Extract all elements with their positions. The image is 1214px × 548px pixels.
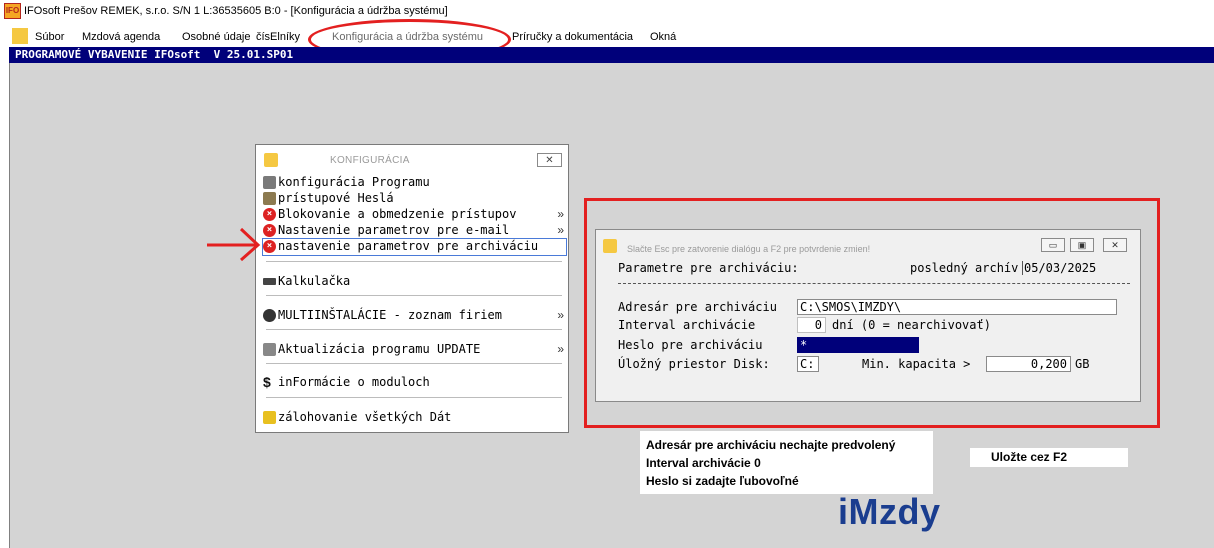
window-title: IFOsoft Prešov REMEK, s.r.o. S/N 1 L:365…	[24, 5, 448, 17]
restore-icon[interactable]: ▣	[1070, 238, 1094, 252]
menu-item-label: Kalkulačka	[278, 274, 351, 288]
menu-item-label: zálohovanie všetkých Dát	[278, 410, 452, 424]
menu-separator	[266, 363, 562, 364]
menu-item-aktualizacia[interactable]: Aktualizácia programu UPDATE »	[263, 342, 566, 358]
archive-password-field[interactable]: *	[797, 337, 919, 353]
menu-prirucky[interactable]: Príručky a dokumentácia	[512, 31, 633, 43]
error-icon: ×	[263, 224, 276, 237]
min-capacity-label: Min. kapacita >	[862, 357, 971, 371]
menu-separator	[266, 261, 562, 262]
gear-icon	[263, 176, 276, 189]
menu-item-label: Aktualizácia programu UPDATE	[278, 342, 481, 356]
menu-item-multiinstalacie[interactable]: MULTIINŠTALÁCIE - zoznam firiem »	[263, 308, 566, 324]
error-icon: ×	[263, 240, 276, 253]
configuration-menu-titlebar[interactable]: KONFIGURÁCIA ✕	[256, 145, 568, 175]
dialog-titlebar[interactable]: Slačte Esc pre zatvorenie dialógu a F2 p…	[596, 230, 1140, 258]
menu-mzdova-agenda[interactable]: Mzdová agenda	[82, 31, 160, 43]
menu-okna[interactable]: Okná	[650, 31, 676, 43]
error-icon: ×	[263, 208, 276, 221]
app-icon	[603, 239, 617, 253]
archive-interval-field[interactable]: 0	[797, 317, 826, 333]
menu-osobne-udaje[interactable]: Osobné údaje	[182, 31, 251, 43]
menu-item-label: Nastavenie parametrov pre e-mail	[278, 223, 510, 237]
menu-separator	[266, 295, 562, 296]
submenu-chevron-icon: »	[557, 207, 564, 221]
minimize-icon[interactable]: ▭	[1041, 238, 1065, 252]
menu-item-email[interactable]: × Nastavenie parametrov pre e-mail »	[263, 223, 566, 239]
save-hint: Uložte cez F2	[970, 448, 1128, 467]
system-menu-icon[interactable]	[12, 28, 28, 44]
last-archive-label: posledný archív	[910, 261, 1019, 275]
min-capacity-field[interactable]: 0,200	[986, 356, 1071, 372]
submenu-chevron-icon: »	[557, 308, 564, 322]
interval-label: Interval archivácie	[618, 318, 756, 332]
menu-item-zalohovanie[interactable]: zálohovanie všetkých Dát	[263, 410, 566, 426]
imzdy-logo: iMzdy	[838, 491, 941, 532]
menu-item-pristupove-hesla[interactable]: prístupové Heslá	[263, 191, 566, 207]
menu-bar: Súbor Mzdová agenda Osobné údaje čísElní…	[0, 28, 1214, 46]
last-archive-date: 05/03/2025	[1022, 261, 1097, 275]
password-label: Heslo pre archiváciu	[618, 338, 763, 352]
capacity-unit: GB	[1075, 357, 1090, 371]
menu-subor[interactable]: Súbor	[35, 31, 64, 43]
menu-item-label: nastavenie parametrov pre archiváciu	[278, 239, 539, 253]
directory-label: Adresár pre archiváciu	[618, 300, 777, 314]
submenu-chevron-icon: »	[557, 223, 564, 237]
program-banner: PROGRAMOVÉ VYBAVENIE IFOsoft V 25.01.SP0…	[9, 47, 1214, 63]
menu-item-label: MULTIINŠTALÁCIE - zoznam firiem	[278, 308, 502, 322]
dialog-separator	[618, 283, 1130, 284]
instruction-note: Adresár pre archiváciu nechajte predvole…	[640, 431, 933, 494]
archive-parameters-dialog: Slačte Esc pre zatvorenie dialógu a F2 p…	[595, 229, 1141, 402]
disk-field[interactable]: C:	[797, 356, 819, 372]
menu-item-label: konfigurácia Programu	[278, 175, 430, 189]
menu-item-archivacia[interactable]: × nastavenie parametrov pre archiváciu	[262, 238, 567, 256]
menu-item-label: Blokovanie a obmedzenie prístupov	[278, 207, 517, 221]
menu-item-label: inFormácie o moduloch	[278, 375, 430, 389]
note-line-password: Heslo si zadajte ľubovoľné	[646, 474, 799, 488]
interval-unit: dní (0 = nearchivovať)	[832, 318, 991, 332]
note-line-interval: Interval archivácie 0	[646, 456, 761, 470]
menu-item-kalkulacka[interactable]: Kalkulačka	[263, 274, 566, 290]
dollar-icon: $	[263, 374, 271, 390]
menu-ciselniky[interactable]: čísElníky	[256, 31, 300, 43]
menu-item-blokovanie[interactable]: × Blokovanie a obmedzenie prístupov »	[263, 207, 566, 223]
note-line-directory: Adresár pre archiváciu nechajte predvole…	[646, 438, 896, 452]
dialog-hint: Slačte Esc pre zatvorenie dialógu a F2 p…	[627, 244, 871, 254]
storage-label: Úložný priestor Disk:	[618, 357, 770, 371]
update-icon	[263, 343, 276, 356]
menu-item-konfiguracia-programu[interactable]: konfigurácia Programu	[263, 175, 566, 191]
app-icon	[264, 153, 278, 167]
menu-separator	[266, 329, 562, 330]
submenu-chevron-icon: »	[557, 342, 564, 356]
calculator-icon	[263, 278, 276, 285]
pointer-arrow-icon	[207, 227, 261, 262]
backup-icon	[263, 411, 276, 424]
title-bar: IFO IFOsoft Prešov REMEK, s.r.o. S/N 1 L…	[0, 0, 1214, 22]
menu-item-label: prístupové Heslá	[278, 191, 394, 205]
close-icon[interactable]: ✕	[537, 153, 562, 167]
key-icon	[263, 192, 276, 205]
app-icon[interactable]: IFO	[4, 3, 21, 19]
multi-install-icon	[263, 309, 276, 322]
dialog-heading: Parametre pre archiváciu:	[618, 261, 799, 275]
menu-separator	[266, 397, 562, 398]
menu-item-informacie[interactable]: $ inFormácie o moduloch	[263, 374, 566, 391]
configuration-menu-window: KONFIGURÁCIA ✕ konfigurácia Programu prí…	[255, 144, 569, 433]
close-icon[interactable]: ✕	[1103, 238, 1127, 252]
archive-directory-field[interactable]: C:\SMOS\IMZDY\	[797, 299, 1117, 315]
configuration-menu-title: KONFIGURÁCIA	[330, 155, 410, 166]
